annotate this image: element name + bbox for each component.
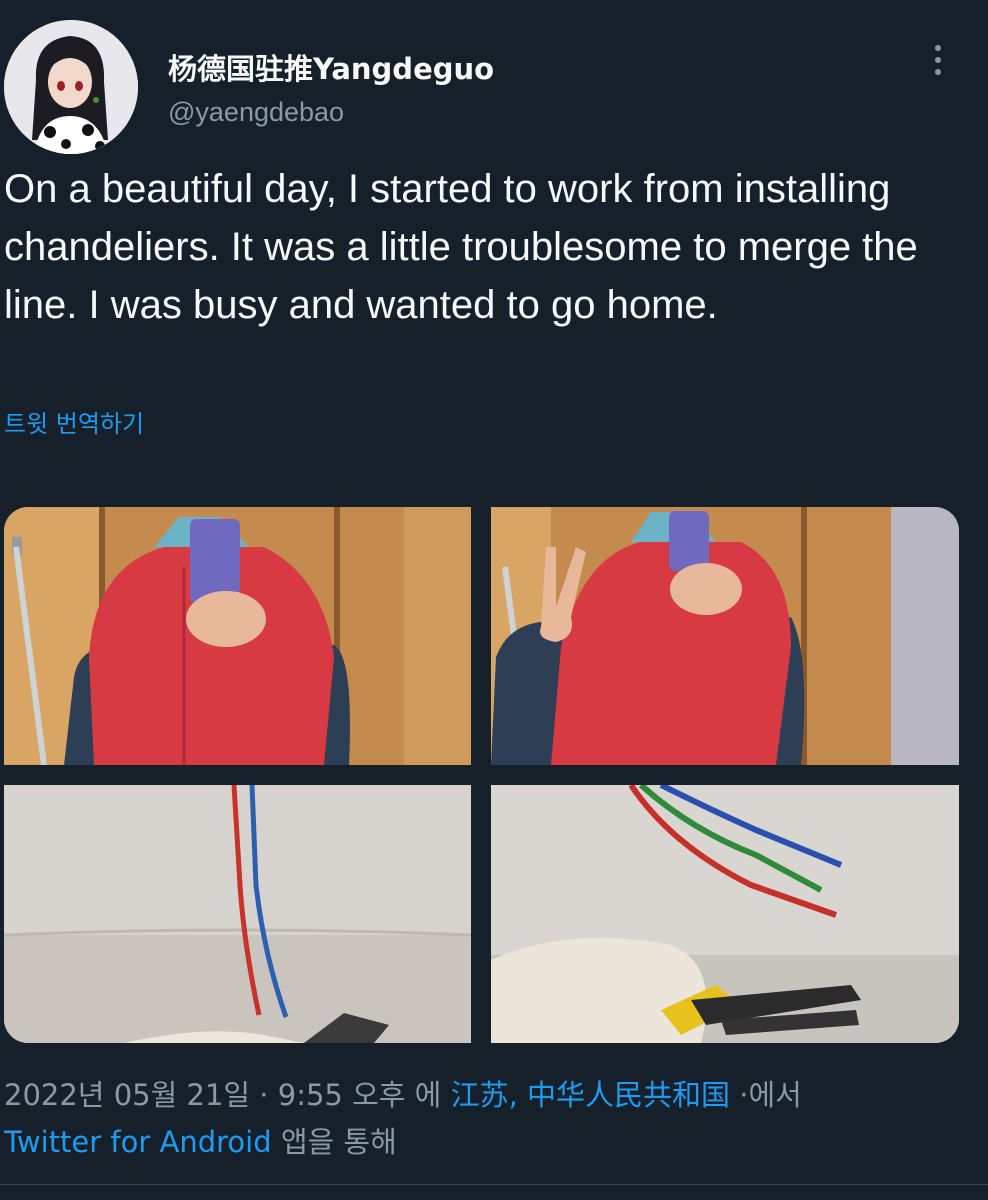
avatar[interactable] <box>4 20 138 154</box>
user-handle[interactable]: @yaengdebao <box>168 97 344 128</box>
red-blue-wires-photo[interactable] <box>4 785 471 1043</box>
location-suffix: ·에서 <box>730 1078 802 1112</box>
meta-separator: · <box>250 1078 278 1112</box>
mirror-selfie-photo[interactable] <box>4 507 471 765</box>
tweet-time[interactable]: 9:55 오후 <box>278 1078 406 1112</box>
translate-tweet-link[interactable]: 트윗 번역하기 <box>4 404 144 439</box>
peace-sign-selfie-photo[interactable] <box>491 507 959 765</box>
tweet-meta: 2022년 05월 21일 · 9:55 오후 에 江苏, 中华人民共和国 ·에… <box>4 1072 964 1166</box>
source-app-link[interactable]: Twitter for Android <box>4 1125 272 1159</box>
divider <box>0 1184 988 1185</box>
tweet-text: On a beautiful day, I started to work fr… <box>4 167 918 327</box>
more-options-icon[interactable] <box>918 38 958 82</box>
tweet-date[interactable]: 2022년 05월 21일 <box>4 1078 250 1112</box>
location-link[interactable]: 江苏, 中华人民共和国 <box>451 1078 730 1112</box>
avatar-image <box>4 20 138 154</box>
media-grid <box>4 507 959 1043</box>
user-display-name[interactable]: 杨德国驻推Yangdeguo <box>168 46 494 88</box>
three-wires-pliers-photo[interactable] <box>491 785 959 1043</box>
source-suffix: 앱을 통해 <box>271 1125 397 1159</box>
location-prefix: 에 <box>405 1078 451 1112</box>
